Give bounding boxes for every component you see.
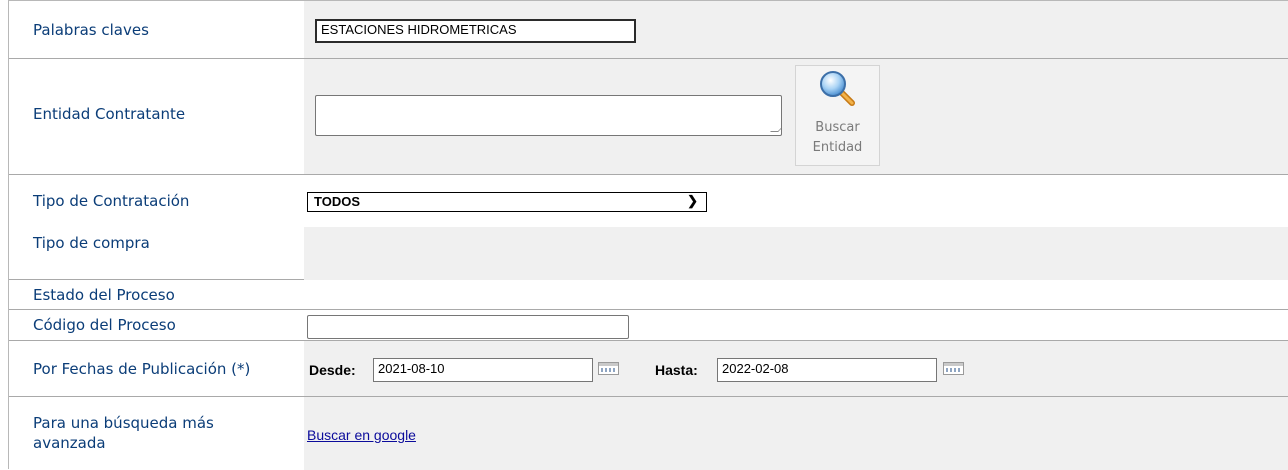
contract-type-select[interactable]: TODOS ❯	[307, 192, 707, 212]
calendar-icon[interactable]	[943, 362, 964, 375]
purchase-type-label: Tipo de compra	[33, 234, 150, 252]
entity-textarea[interactable]	[315, 95, 782, 136]
contract-type-label: Tipo de Contratación	[33, 192, 190, 210]
calendar-icon[interactable]	[598, 362, 619, 375]
search-entity-label-1: Buscar	[815, 120, 860, 135]
magnifier-icon	[820, 71, 855, 106]
google-search-link[interactable]: Buscar en google	[307, 427, 416, 443]
resize-handle[interactable]	[770, 124, 781, 132]
entity-label: Entidad Contratante	[33, 105, 186, 123]
advanced-label-line1: Para una búsqueda más	[33, 414, 214, 432]
row-advanced: Para una búsqueda más avanzada	[9, 397, 1288, 470]
row-contract-type: Tipo de Contratación Tipo de compra	[9, 175, 1288, 280]
from-date-input[interactable]: 2021-08-10	[373, 358, 593, 382]
row-publication-dates: Por Fechas de Publicación (*) Desde: 202…	[9, 341, 1288, 397]
process-code-label: Código del Proceso	[33, 316, 176, 334]
keywords-label: Palabras claves	[33, 21, 149, 39]
row-process-state: Estado del Proceso	[9, 280, 1288, 310]
row-entity: Entidad Contratante Buscar Entidad	[9, 59, 1288, 175]
search-entity-button[interactable]: Buscar Entidad	[795, 65, 880, 166]
to-label: Hasta:	[655, 362, 698, 378]
row-keywords: Palabras claves ESTACIONES HIDROMETRICAS	[9, 1, 1288, 59]
process-state-label: Estado del Proceso	[33, 286, 175, 304]
from-label: Desde:	[309, 362, 356, 378]
publication-dates-label: Por Fechas de Publicación (*)	[33, 360, 251, 378]
search-form: Palabras claves ESTACIONES HIDROMETRICAS…	[8, 0, 1288, 470]
process-code-input[interactable]	[307, 315, 629, 339]
row-process-code: Código del Proceso	[9, 310, 1288, 341]
to-date-input[interactable]: 2022-02-08	[717, 358, 937, 382]
keywords-input[interactable]: ESTACIONES HIDROMETRICAS	[315, 19, 636, 43]
search-entity-label-2: Entidad	[812, 140, 863, 155]
chevron-down-icon: ❯	[687, 193, 698, 208]
advanced-label-line2: avanzada	[33, 434, 106, 452]
